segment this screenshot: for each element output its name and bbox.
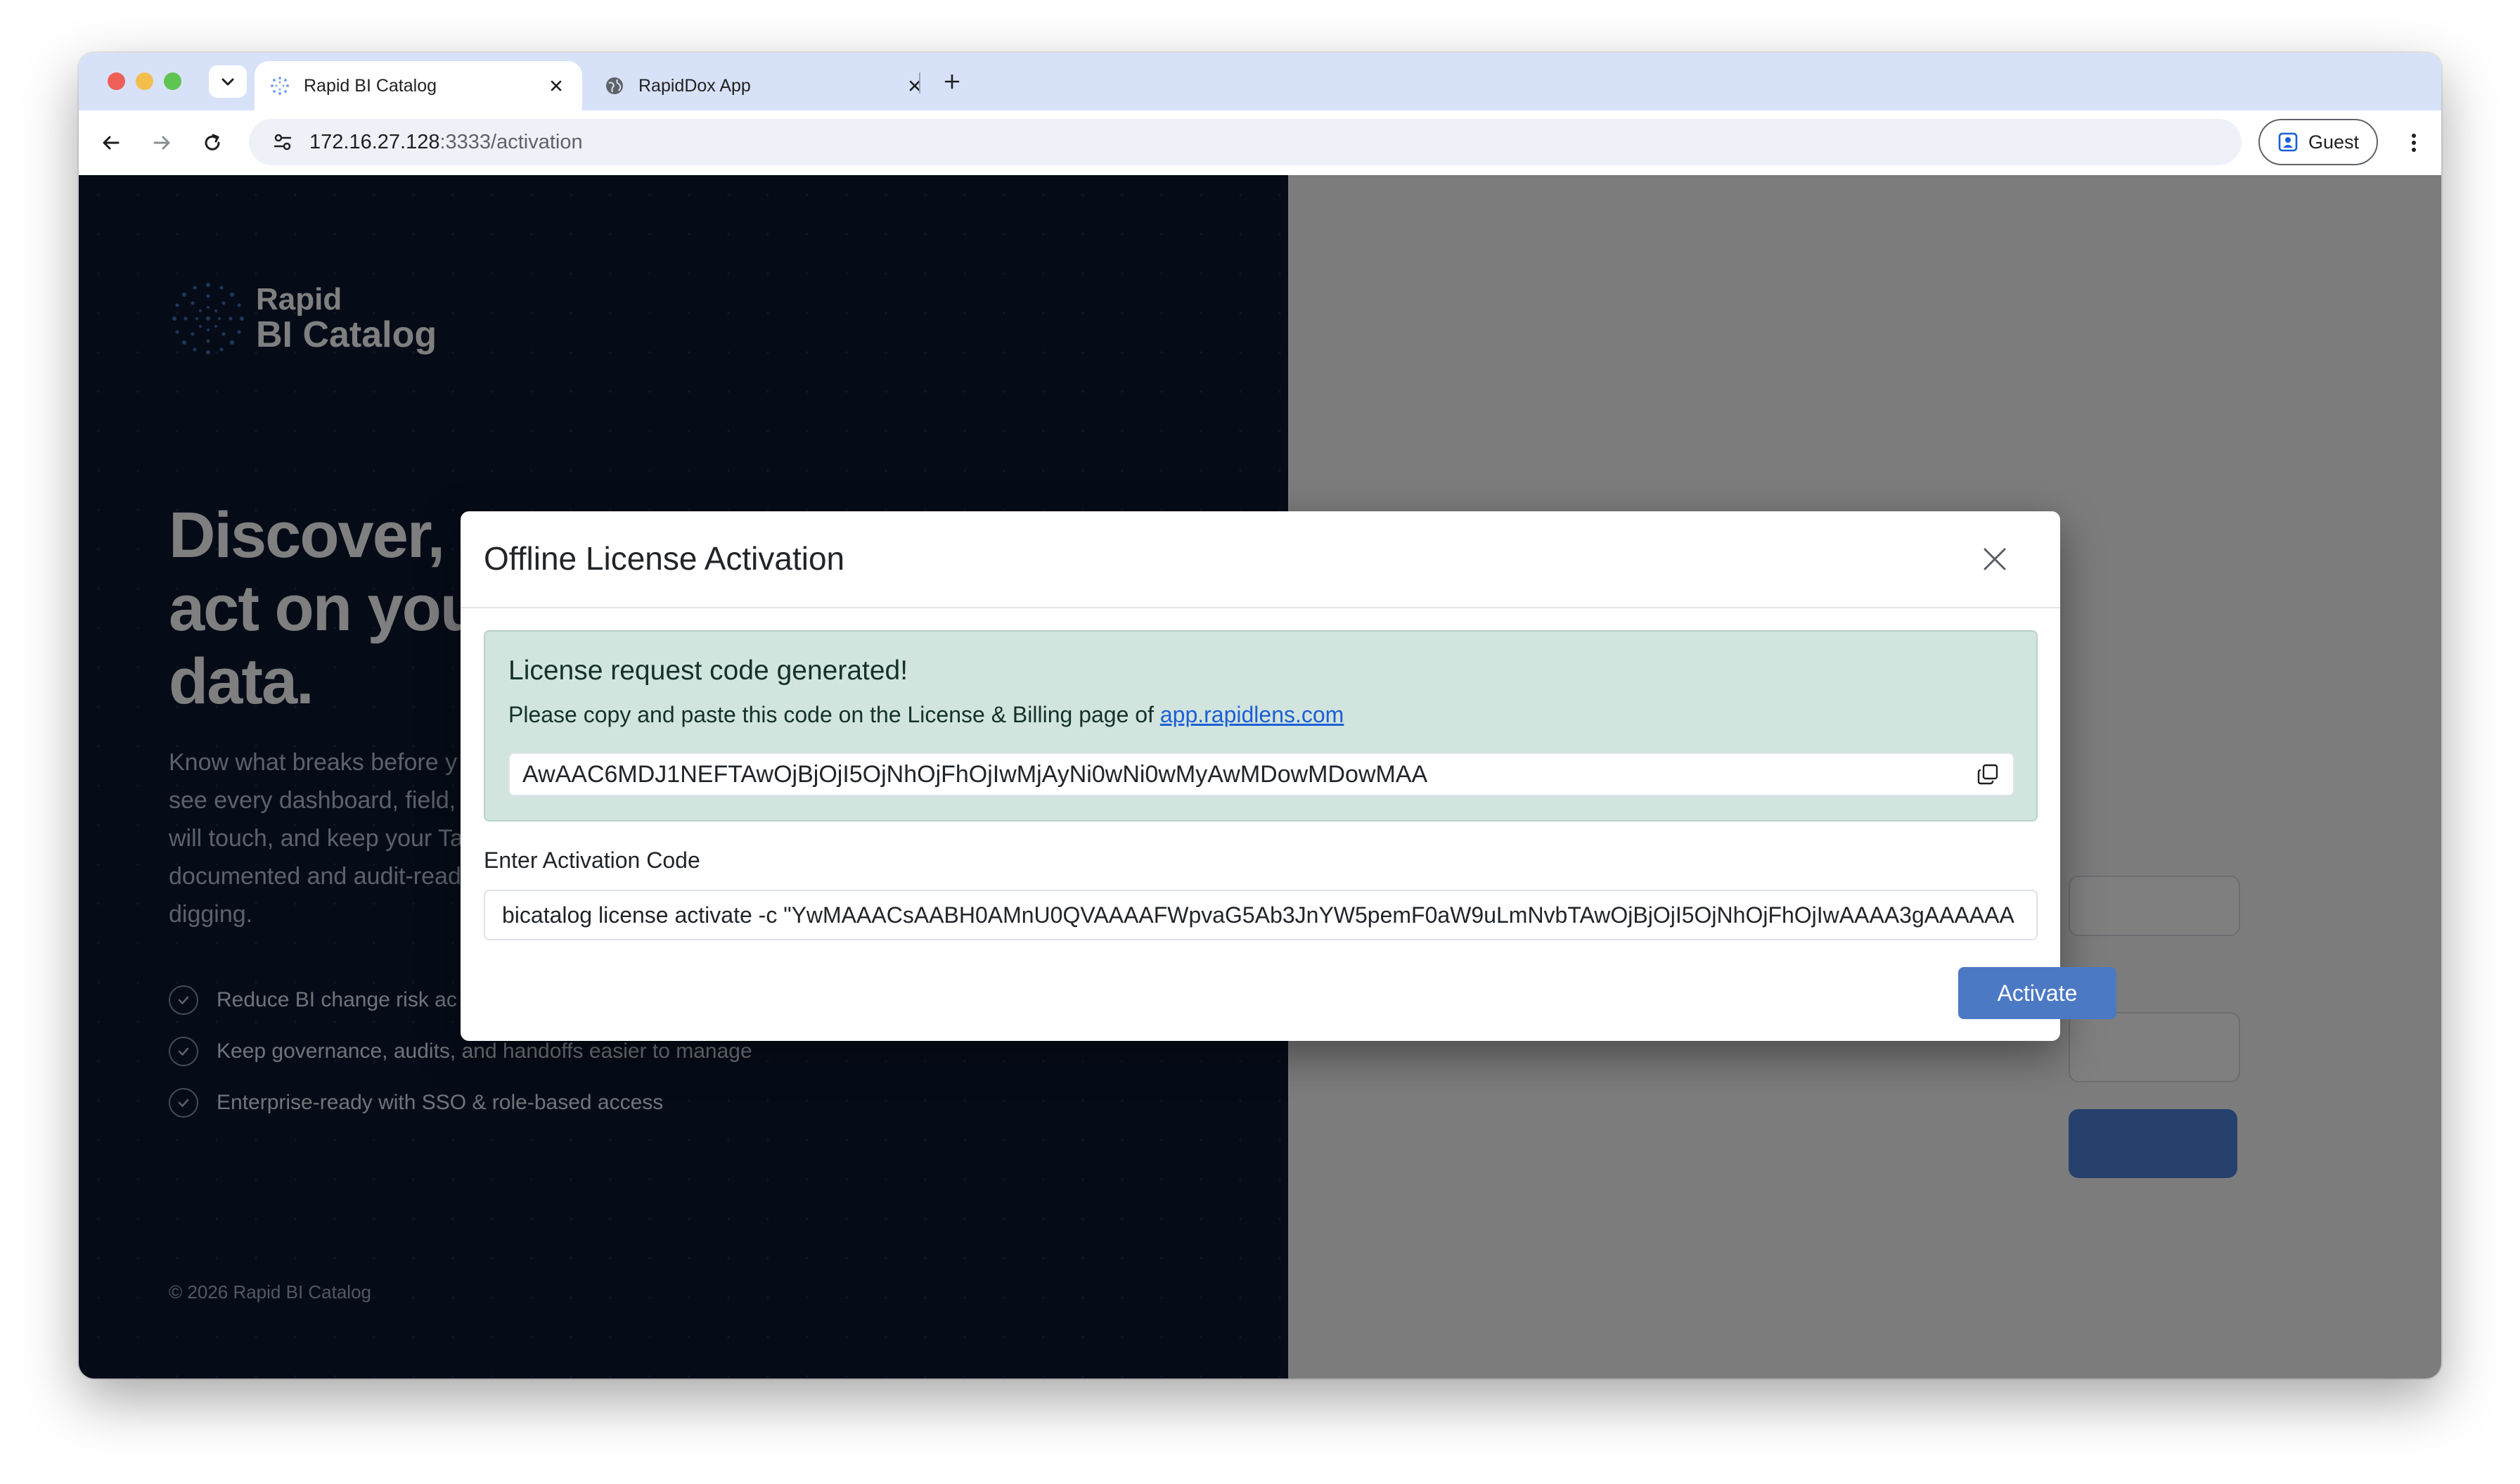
request-code-box: AwAAC6MDJ1NEFTAwOjBjOjI5OjNhOjFhOjIwMjAy… <box>508 753 2014 796</box>
success-alert: License request code generated! Please c… <box>484 630 2038 821</box>
globe-icon <box>603 75 626 97</box>
close-tab-icon[interactable] <box>903 74 927 98</box>
tab-separator <box>919 72 920 94</box>
tab-title: RapidDox App <box>638 75 751 96</box>
request-code[interactable]: AwAAC6MDJ1NEFTAwOjBjOjI5OjNhOjFhOjIwMjAy… <box>510 761 1968 788</box>
tab-search-button[interactable] <box>209 65 247 98</box>
modal-title: Offline License Activation <box>484 540 845 577</box>
back-button-icon-holder[interactable] <box>93 124 129 161</box>
reload-icon <box>205 134 220 151</box>
browser-window: Rapid BI Catalog RapidDox App 172.16.27.… <box>79 53 2441 1379</box>
close-icon <box>1984 548 2006 570</box>
tab-strip: Rapid BI Catalog RapidDox App <box>79 53 2441 110</box>
alert-text: Please copy and paste this code on the L… <box>508 702 1344 727</box>
site-settings-icon[interactable] <box>266 125 300 159</box>
forward-button[interactable] <box>143 124 180 161</box>
minimize-window-button[interactable] <box>136 72 153 90</box>
activate-button[interactable]: Activate <box>1958 967 2116 1019</box>
address-bar[interactable]: 172.16.27.128:3333/activation <box>249 119 2242 165</box>
maximize-window-button[interactable] <box>164 72 181 90</box>
close-window-button[interactable] <box>108 72 125 90</box>
browser-menu-button[interactable] <box>2396 124 2432 161</box>
copy-button[interactable] <box>1968 755 2007 794</box>
plus-icon <box>944 74 960 89</box>
rapidlens-link[interactable]: app.rapidlens.com <box>1160 702 1344 727</box>
profile-label: Guest <box>2308 131 2360 153</box>
rapid-logo-icon <box>269 75 291 97</box>
copy-icon <box>1977 764 1998 785</box>
new-tab-button[interactable] <box>934 65 970 98</box>
activation-code-input[interactable] <box>484 890 2038 940</box>
activation-code-label: Enter Activation Code <box>484 847 700 873</box>
tab-rapid-bi-catalog[interactable]: Rapid BI Catalog <box>255 61 582 110</box>
license-activation-modal: Offline License Activation License reque… <box>461 511 2116 1041</box>
reload-button[interactable] <box>194 124 231 161</box>
close-button[interactable] <box>1974 538 2016 580</box>
browser-toolbar: 172.16.27.128:3333/activation Guest <box>79 110 2441 176</box>
page-content: Rapid BI Catalog Discover, t act on you … <box>79 175 2441 1379</box>
chevron-down-icon <box>221 78 234 86</box>
tab-title: Rapid BI Catalog <box>304 75 437 96</box>
url-text: 172.16.27.128:3333/activation <box>309 130 583 153</box>
arrow-left-icon <box>103 136 120 150</box>
arrow-right-icon <box>153 136 170 150</box>
alert-heading: License request code generated! <box>508 655 908 686</box>
modal-header: Offline License Activation <box>461 511 2060 608</box>
close-tab-icon[interactable] <box>544 74 568 98</box>
profile-button[interactable]: Guest <box>2258 119 2378 165</box>
more-vertical-icon <box>2412 134 2416 152</box>
profile-icon <box>2278 132 2298 152</box>
